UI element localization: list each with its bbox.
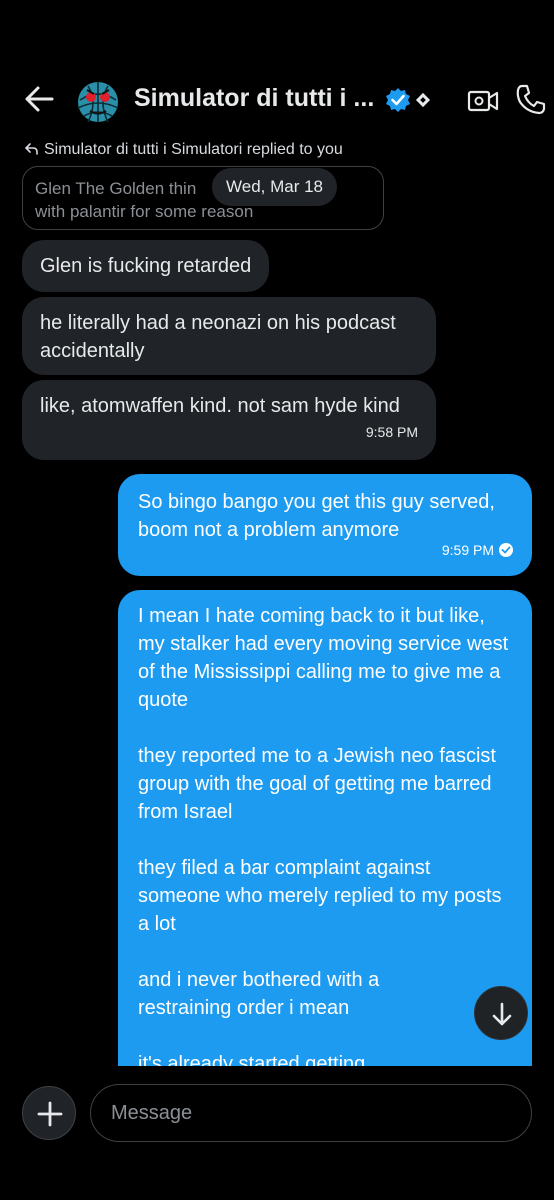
message-status: 9:59 PM — [442, 536, 514, 564]
conversation-title[interactable]: Simulator di tutti i ... — [134, 84, 374, 113]
message-input[interactable] — [90, 1084, 532, 1142]
verified-badge-icon — [384, 86, 412, 114]
message-timestamp: 9:59 PM — [441, 542, 494, 558]
sent-check-icon — [494, 542, 514, 558]
message-text: So bingo bango you get this guy served, … — [138, 491, 495, 541]
message-paragraph: and i never bothered with a restraining … — [138, 969, 380, 1019]
message-text: Glen is fucking retarded — [40, 255, 252, 277]
conversation-header: Simulator di tutti i ... — [0, 60, 554, 140]
outgoing-message[interactable]: I mean I hate coming back to it but like… — [118, 590, 532, 1090]
video-call-icon[interactable] — [466, 84, 500, 118]
reply-context: Simulator di tutti i Simulatori replied … — [24, 141, 343, 159]
phone-call-icon[interactable] — [514, 82, 548, 116]
incoming-message[interactable]: like, atomwaffen kind. not sam hyde kind… — [22, 380, 436, 460]
date-separator: Wed, Mar 18 — [212, 168, 338, 206]
message-text: like, atomwaffen kind. not sam hyde kind — [40, 395, 400, 417]
reply-arrow-icon — [24, 141, 44, 158]
message-paragraph: they filed a bar complaint against someo… — [138, 857, 502, 935]
back-arrow-icon[interactable] — [22, 82, 56, 116]
add-attachment-button[interactable] — [22, 1086, 76, 1140]
message-paragraph: I mean I hate coming back to it but like… — [138, 605, 509, 711]
incoming-message[interactable]: Glen is fucking retarded — [22, 240, 270, 292]
incoming-message[interactable]: he literally had a neonazi on his podcas… — [22, 297, 436, 375]
outgoing-message[interactable]: So bingo bango you get this guy served, … — [118, 474, 532, 576]
scroll-to-bottom-button[interactable] — [474, 986, 528, 1040]
message-paragraph: they reported me to a Jewish neo fascist… — [138, 745, 496, 823]
quoted-line-1: Glen The Golden thin — [35, 179, 197, 198]
message-text: he literally had a neonazi on his podcas… — [40, 312, 396, 362]
affiliate-badge-icon — [414, 91, 432, 109]
reply-context-text: Simulator di tutti i Simulatori replied … — [44, 141, 343, 158]
message-composer — [0, 1066, 554, 1200]
message-timestamp: 9:58 PM — [365, 424, 418, 440]
avatar[interactable] — [74, 78, 122, 126]
